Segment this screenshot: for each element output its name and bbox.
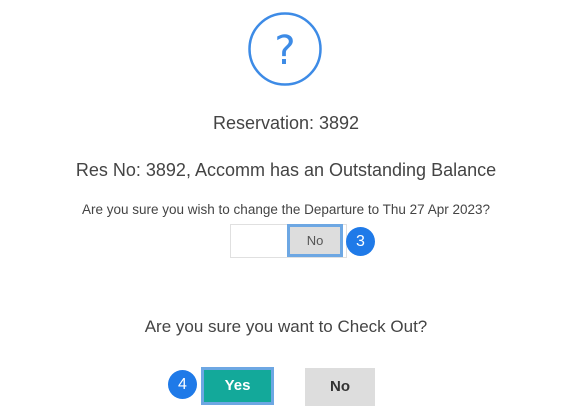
svg-text:?: ? [274,28,295,74]
yes-button[interactable]: Yes [201,367,274,405]
departure-change-question: Are you sure you wish to change the Depa… [81,202,490,217]
checkout-confirmation-dialog: ? Reservation: 3892 Res No: 3892, Accomm… [0,0,572,415]
departure-no-button[interactable]: No [287,224,343,257]
checkout-no-button[interactable]: No [305,368,375,406]
question-mark-icon: ? [248,12,322,86]
checkout-question: Are you sure you want to Check Out? [144,317,428,336]
step-4-badge: 4 [168,370,197,399]
step-3-badge: 3 [346,227,375,256]
outstanding-balance-message: Res No: 3892, Accomm has an Outstanding … [75,160,497,180]
departure-yes-placeholder[interactable] [231,225,289,257]
reservation-title: Reservation: 3892 [212,113,360,133]
